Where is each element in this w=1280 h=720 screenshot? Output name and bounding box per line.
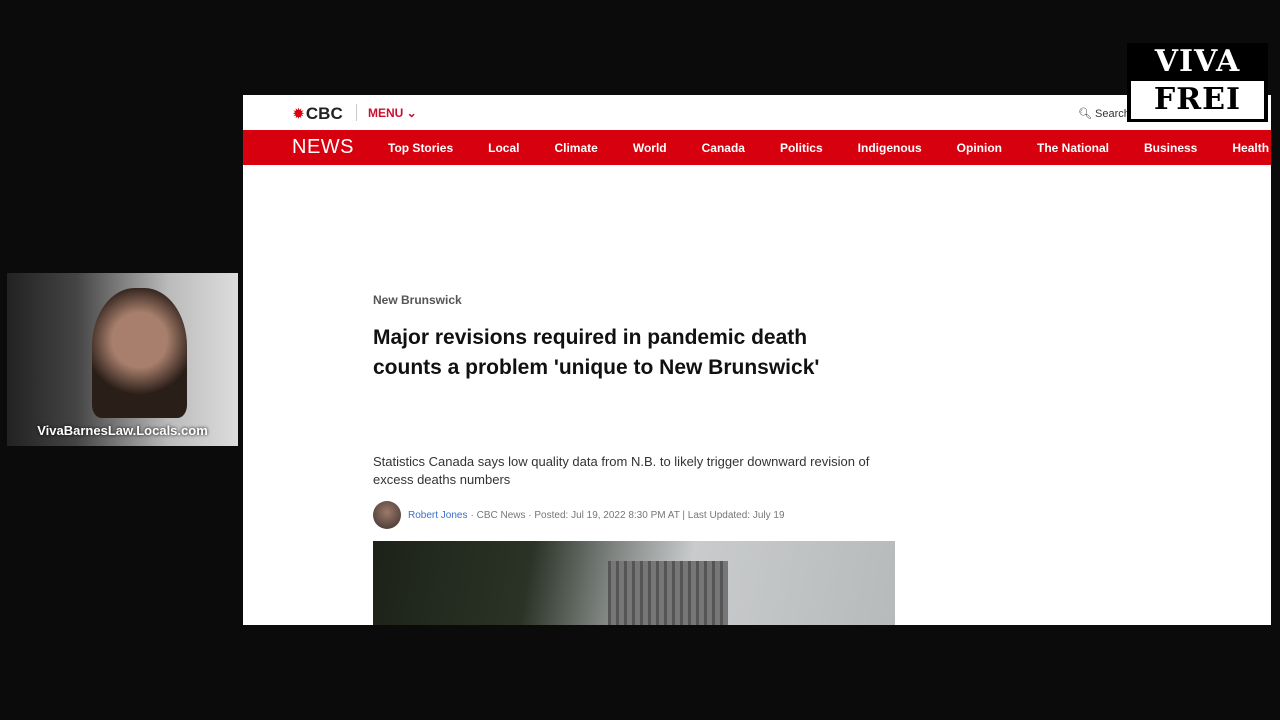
webcam-overlay: VivaBarnesLaw.Locals.com <box>7 273 238 446</box>
article-section[interactable]: New Brunswick <box>373 293 895 307</box>
cbc-gem-icon: ✹ <box>293 106 304 121</box>
browser-page: ✹ CBC MENU ⌄ 🔍︎ Search NEWS Top Stories L… <box>243 95 1271 625</box>
article: New Brunswick Major revisions required i… <box>373 293 895 625</box>
author-avatar <box>373 501 401 529</box>
article-photo <box>373 541 895 625</box>
nav-health[interactable]: Health <box>1232 141 1269 155</box>
nav-opinion[interactable]: Opinion <box>957 141 1002 155</box>
divider <box>356 104 357 121</box>
viva-frei-logo: VIVA FREI <box>1127 43 1268 122</box>
news-section-title[interactable]: NEWS <box>292 136 354 159</box>
nav-local[interactable]: Local <box>488 141 519 155</box>
byline-meta: · CBC News · Posted: Jul 19, 2022 8:30 P… <box>470 509 785 521</box>
nav-indigenous[interactable]: Indigenous <box>858 141 922 155</box>
nav-the-national[interactable]: The National <box>1037 141 1109 155</box>
nav-top-stories[interactable]: Top Stories <box>388 141 453 155</box>
cbc-logo[interactable]: ✹ CBC <box>293 104 343 124</box>
search-button[interactable]: 🔍︎ Search <box>1078 107 1130 120</box>
byline: Robert Jones · CBC News · Posted: Jul 19… <box>373 501 895 529</box>
article-dek: Statistics Canada says low quality data … <box>373 454 870 487</box>
nav-politics[interactable]: Politics <box>780 141 823 155</box>
webcam-label: VivaBarnesLaw.Locals.com <box>37 423 208 438</box>
nav-canada[interactable]: Canada <box>702 141 745 155</box>
nav-world[interactable]: World <box>633 141 667 155</box>
nav-business[interactable]: Business <box>1144 141 1197 155</box>
headline: Major revisions required in pandemic dea… <box>373 326 820 379</box>
menu-button[interactable]: MENU ⌄ <box>368 106 417 120</box>
news-nav: NEWS Top Stories Local Climate World Can… <box>243 130 1271 165</box>
author-link[interactable]: Robert Jones <box>408 510 467 521</box>
cbc-header: ✹ CBC MENU ⌄ 🔍︎ Search <box>243 95 1271 130</box>
nav-climate[interactable]: Climate <box>554 141 597 155</box>
search-icon: 🔍︎ <box>1078 108 1092 120</box>
